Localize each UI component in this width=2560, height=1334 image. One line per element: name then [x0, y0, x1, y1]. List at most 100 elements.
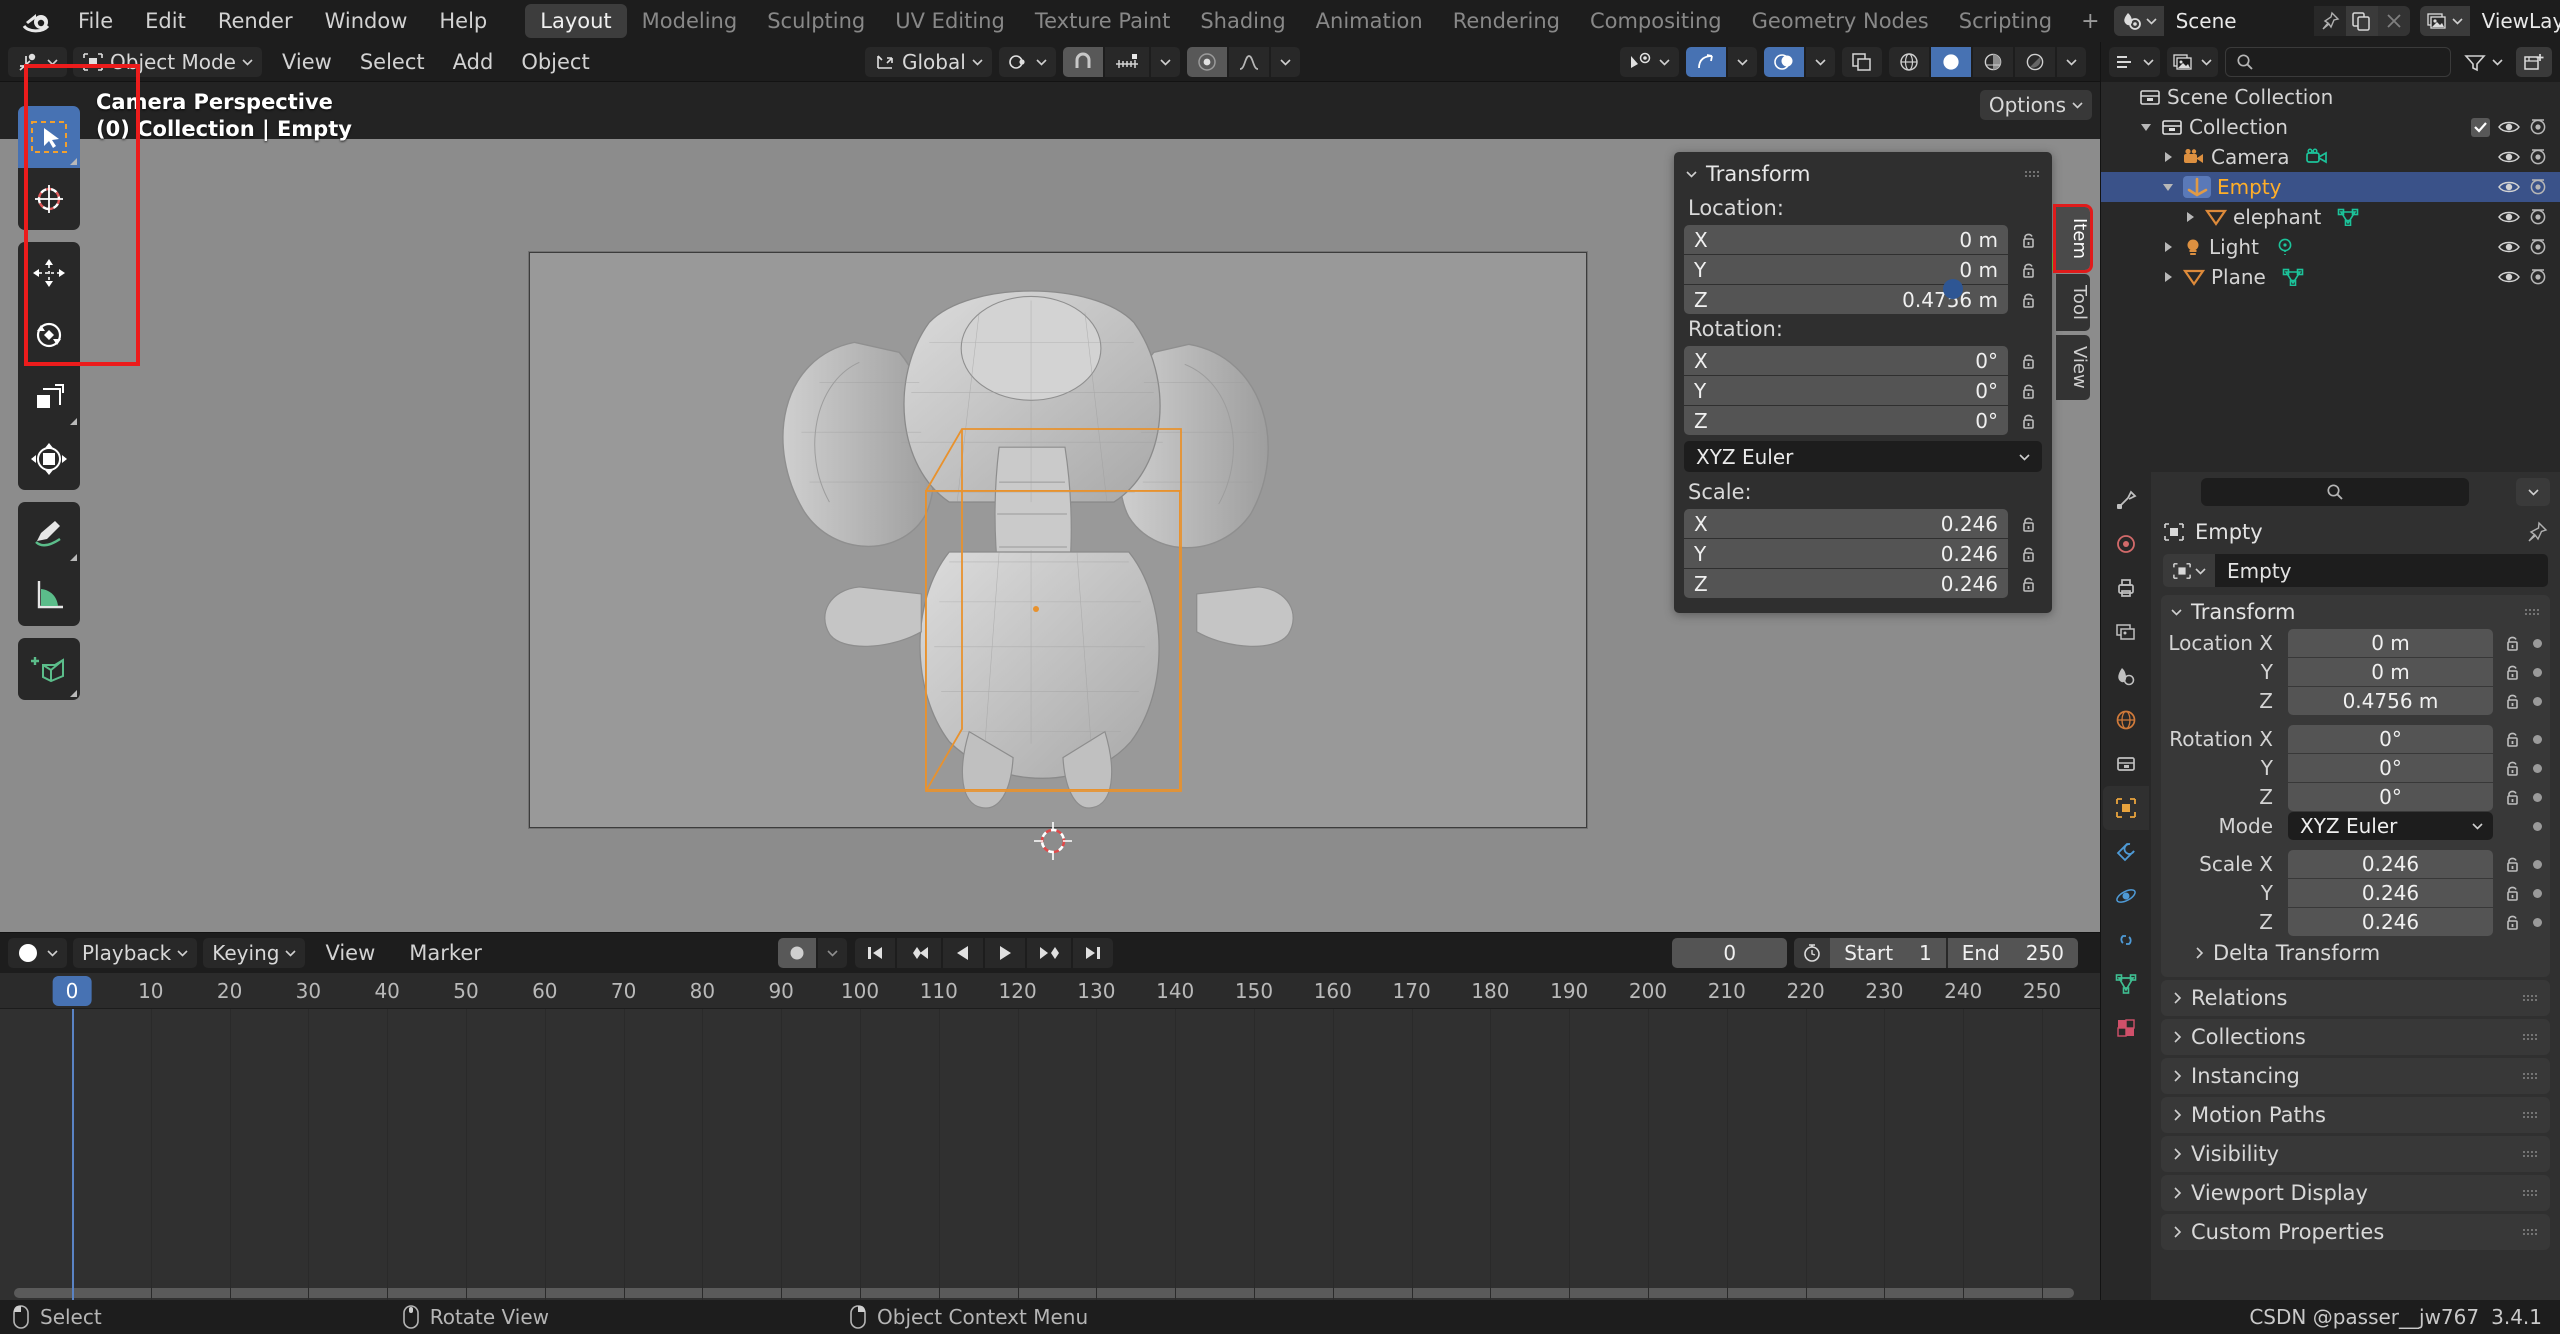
topbar-menu-edit[interactable]: Edit [129, 5, 202, 37]
viewlayer-name-field[interactable]: ViewLayer [2470, 6, 2560, 36]
visibility-eye-icon[interactable] [2498, 179, 2520, 195]
viewport-3d[interactable]: Options Camera Perspective (0) Collectio… [0, 82, 2100, 932]
gizmo-icon[interactable] [1686, 47, 1726, 77]
render-visibility-camera-icon[interactable] [2528, 178, 2548, 196]
disclosure-triangle-closed-icon[interactable] [2159, 241, 2177, 253]
stopwatch-icon[interactable] [1794, 938, 1830, 968]
topbar-menu-window[interactable]: Window [309, 5, 424, 37]
cursor-tool[interactable] [18, 168, 80, 230]
viewlayer-id-block[interactable]: ViewLayer [2420, 6, 2560, 36]
object-transform-panel-header[interactable]: Transform [2161, 595, 2550, 629]
scene-icon[interactable] [2114, 6, 2164, 36]
n-panel-value-field[interactable]: X0.246 [1684, 509, 2008, 538]
properties-modifiers-tab[interactable] [2103, 830, 2149, 874]
lock-open-icon[interactable] [2500, 729, 2526, 749]
rotate-tool[interactable] [18, 304, 80, 366]
new-scene-copy-icon[interactable] [2346, 6, 2378, 36]
collection-checkbox[interactable] [2471, 118, 2490, 137]
properties-panel-collections[interactable]: Collections [2161, 1019, 2550, 1055]
transform-tool[interactable] [18, 428, 80, 490]
viewport-options-button[interactable]: Options [1980, 90, 2092, 120]
properties-panel-instancing[interactable]: Instancing [2161, 1058, 2550, 1094]
viewport-menu-view[interactable]: View [268, 47, 346, 77]
pivot-point-selector[interactable] [999, 47, 1056, 77]
lock-open-icon[interactable] [2016, 514, 2042, 534]
timeline-view-menu[interactable]: View [311, 938, 389, 968]
n-panel-transform-header[interactable]: Transform [1674, 152, 2052, 194]
outliner-row[interactable]: Scene Collection [2101, 82, 2560, 112]
outliner-row[interactable]: Collection [2101, 112, 2560, 142]
mesh-data-icon[interactable] [2337, 208, 2359, 226]
shading-chevron-icon[interactable] [2057, 47, 2086, 77]
viewport-menu-add[interactable]: Add [439, 47, 508, 77]
lock-open-icon[interactable] [2500, 691, 2526, 711]
visibility-eye-icon[interactable] [2498, 209, 2520, 225]
animate-property-dot[interactable] [2533, 889, 2542, 898]
n-panel-value-field[interactable]: Y0.246 [1684, 539, 2008, 568]
unlink-scene-x-icon[interactable] [2378, 6, 2410, 36]
visibility-eye-icon[interactable] [2498, 119, 2520, 135]
workspace-tab-animation[interactable]: Animation [1301, 4, 1438, 38]
n-panel-value-field[interactable]: Z0° [1684, 406, 2008, 435]
workspace-tab-uv-editing[interactable]: UV Editing [880, 4, 1020, 38]
shading-rendered-icon[interactable] [2015, 47, 2055, 77]
object-type-icon[interactable] [2163, 554, 2215, 587]
animate-property-dot[interactable] [2533, 764, 2542, 773]
lock-open-icon[interactable] [2500, 854, 2526, 874]
measure-tool[interactable] [18, 564, 80, 626]
properties-constraints-tab[interactable] [2103, 918, 2149, 962]
add-workspace-button[interactable]: + [2067, 5, 2113, 38]
topbar-menu-help[interactable]: Help [423, 5, 503, 37]
lock-open-icon[interactable] [2016, 544, 2042, 564]
visibility-eye-icon[interactable] [2498, 239, 2520, 255]
delta-transform-subpanel[interactable]: Delta Transform [2161, 937, 2550, 969]
editor-type-3dview-icon[interactable] [8, 47, 67, 77]
add-cube-tool[interactable] [18, 638, 80, 700]
scene-name-field[interactable]: Scene [2164, 6, 2314, 36]
lock-open-icon[interactable] [2500, 883, 2526, 903]
viewport-menu-object[interactable]: Object [507, 47, 603, 77]
outliner-display-mode-icon[interactable] [2109, 47, 2160, 77]
properties-data-tab[interactable] [2103, 962, 2149, 1006]
properties-texture-tab[interactable] [2103, 1006, 2149, 1050]
topbar-menu-file[interactable]: File [62, 5, 129, 37]
workspace-tab-scripting[interactable]: Scripting [1944, 4, 2067, 38]
n-panel-value-field[interactable]: Y0° [1684, 376, 2008, 405]
snap-options-chevron-icon[interactable] [1151, 47, 1180, 77]
properties-panel-visibility[interactable]: Visibility [2161, 1136, 2550, 1172]
keying-menu[interactable]: Keying [203, 938, 305, 968]
properties-panel-relations[interactable]: Relations [2161, 980, 2550, 1016]
jump-to-start-button[interactable] [855, 938, 895, 968]
proportional-editing-group[interactable] [1187, 47, 1300, 77]
properties-value-field[interactable]: 0.246 [2288, 908, 2493, 936]
workspace-tab-compositing[interactable]: Compositing [1575, 4, 1737, 38]
start-frame-field[interactable]: Start 1 [1830, 938, 1946, 968]
light-data-icon[interactable] [2275, 237, 2295, 257]
workspace-tab-sculpting[interactable]: Sculpting [752, 4, 880, 38]
disclosure-triangle-closed-icon[interactable] [2159, 271, 2177, 283]
timeline-ruler[interactable]: 0102030405060708090100110120130140150160… [0, 973, 2100, 1009]
animate-property-dot[interactable] [2533, 697, 2542, 706]
outliner-tree[interactable]: Scene CollectionCollectionCameraEmptyele… [2101, 82, 2560, 472]
end-frame-field[interactable]: End 250 [1948, 938, 2078, 968]
annotate-tool[interactable] [18, 502, 80, 564]
overlays-icon[interactable] [1764, 47, 1804, 77]
properties-panel-motion-paths[interactable]: Motion Paths [2161, 1097, 2550, 1133]
workspace-tab-rendering[interactable]: Rendering [1438, 4, 1575, 38]
outliner-scene-filter-icon[interactable] [2167, 47, 2218, 77]
workspace-tab-shading[interactable]: Shading [1185, 4, 1300, 38]
play-button[interactable] [985, 938, 1025, 968]
workspace-tab-texture-paint[interactable]: Texture Paint [1020, 4, 1186, 38]
properties-value-field[interactable]: 0.246 [2288, 850, 2493, 878]
rotation-mode-dropdown[interactable]: XYZ Euler [2288, 812, 2493, 840]
n-panel-value-field[interactable]: X0° [1684, 346, 2008, 375]
properties-output-tab[interactable] [2103, 566, 2149, 610]
timeline-playhead[interactable] [72, 1009, 74, 1300]
timeline-playhead-badge[interactable]: 0 [53, 976, 92, 1006]
overlays-group[interactable] [1764, 47, 1835, 77]
falloff-chevron-icon[interactable] [1271, 47, 1300, 77]
render-visibility-camera-icon[interactable] [2528, 238, 2548, 256]
smooth-falloff-icon[interactable] [1229, 47, 1269, 77]
lock-open-icon[interactable] [2016, 351, 2042, 371]
animate-property-dot[interactable] [2533, 735, 2542, 744]
